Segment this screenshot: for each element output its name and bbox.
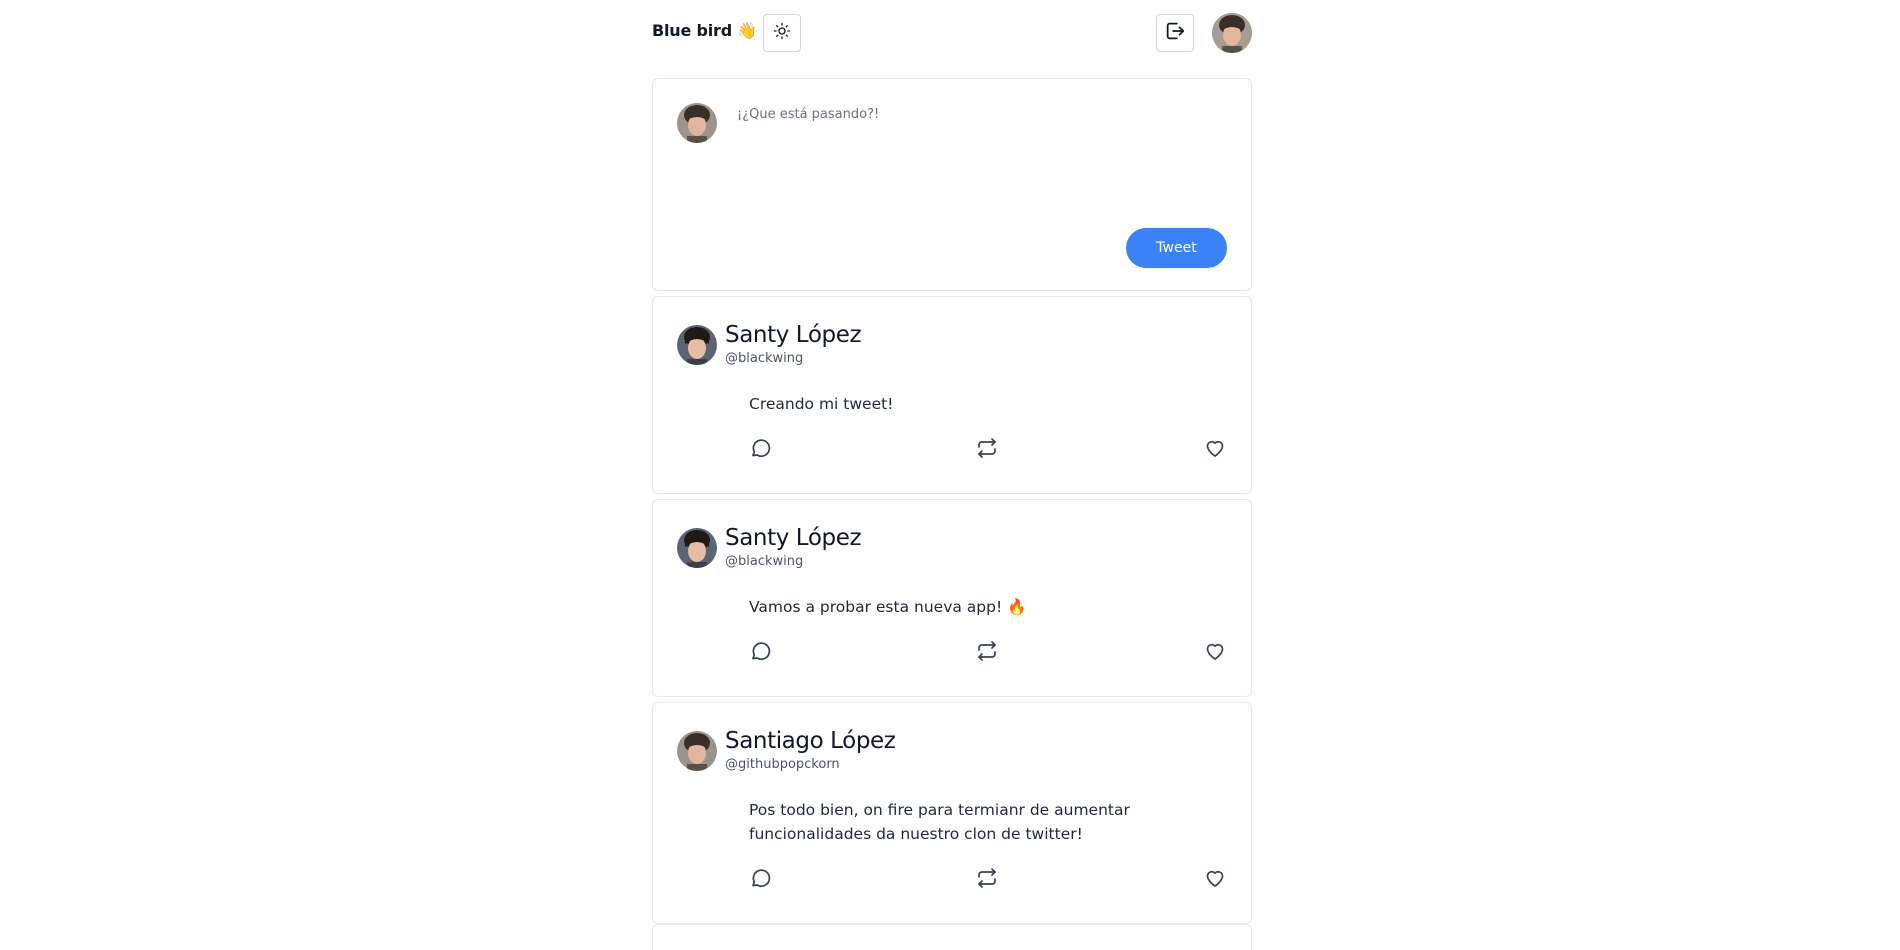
avatar[interactable]	[677, 731, 717, 771]
avatar[interactable]	[677, 325, 717, 365]
tweet-author: Santy López @blackwing	[725, 321, 862, 368]
brand-title: Blue bird 👋	[652, 21, 758, 40]
logout-button[interactable]	[1156, 14, 1194, 52]
tweet-card: Santiago López @githubpopckorn Pos todo …	[652, 702, 1252, 924]
main-column: Blue bird 👋 ¡¿Que está pasando?! Tweet S…	[652, 0, 1252, 950]
comment-icon[interactable]	[749, 436, 773, 460]
author-handle[interactable]: @githubpopckorn	[725, 756, 895, 774]
tweet-author: Santiago López @githubpopckorn	[725, 727, 896, 774]
tweet-header: Santy López @blackwing	[677, 524, 1227, 571]
comment-icon[interactable]	[749, 639, 773, 663]
author-name[interactable]: Santiago López	[725, 727, 896, 755]
author-handle[interactable]: @blackwing	[725, 553, 861, 571]
heart-icon[interactable]	[1203, 436, 1227, 460]
sun-icon	[773, 22, 791, 44]
tweet-input[interactable]	[737, 107, 1227, 227]
tweet-text: Pos todo bien, on fire para termianr de …	[749, 801, 1130, 843]
tweet-text: Vamos a probar esta nueva app! 🔥	[749, 598, 1027, 616]
tweet-card: Santy López @blackwing Creando mi tweet!	[652, 296, 1252, 494]
app: Blue bird 👋 ¡¿Que está pasando?! Tweet S…	[0, 0, 1900, 950]
retweet-icon[interactable]	[975, 639, 999, 663]
comment-icon[interactable]	[749, 866, 773, 890]
tweet-actions	[749, 866, 1227, 912]
tweet-button[interactable]: Tweet	[1126, 228, 1227, 268]
author-name[interactable]: Santy López	[725, 524, 862, 552]
heart-icon[interactable]	[1203, 866, 1227, 890]
tweet-card-partial	[652, 924, 1252, 950]
compose-avatar	[677, 103, 717, 143]
tweet-header: Santy López @blackwing	[677, 321, 1227, 368]
tweet-text: Creando mi tweet!	[749, 395, 894, 413]
retweet-icon[interactable]	[975, 866, 999, 890]
retweet-icon[interactable]	[975, 436, 999, 460]
heart-icon[interactable]	[1203, 639, 1227, 663]
author-handle[interactable]: @blackwing	[725, 350, 861, 368]
compose-card: Tweet	[652, 78, 1252, 291]
tweet-actions	[749, 436, 1227, 482]
header: Blue bird 👋	[652, 0, 1252, 66]
tweet-author: Santy López @blackwing	[725, 524, 862, 571]
avatar[interactable]	[677, 528, 717, 568]
tweet-card: Santy López @blackwing Vamos a probar es…	[652, 499, 1252, 697]
logout-icon	[1164, 20, 1186, 46]
author-name[interactable]: Santy López	[725, 321, 862, 349]
user-avatar[interactable]	[1212, 13, 1252, 53]
tweet-header: Santiago López @githubpopckorn	[677, 727, 1227, 774]
theme-toggle-button[interactable]	[763, 14, 801, 52]
tweet-actions	[749, 639, 1227, 685]
